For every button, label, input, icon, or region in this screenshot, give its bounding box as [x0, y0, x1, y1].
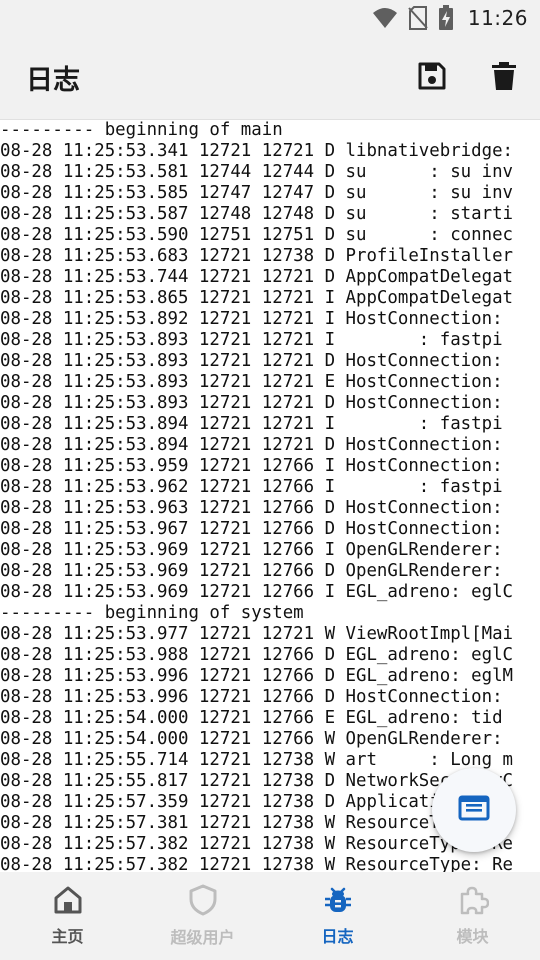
log-line: 08-28 11:25:53.988 12721 12766 D EGL_adr…	[0, 645, 514, 665]
battery-charging-icon	[438, 5, 454, 31]
log-line: 08-28 11:25:53.893 12721 12721 E HostCon…	[0, 372, 503, 392]
log-line: 08-28 11:25:53.683 12721 12738 D Profile…	[0, 246, 514, 266]
log-section-header: --------- beginning of system	[0, 603, 304, 623]
log-line: 08-28 11:25:53.585 12747 12747 D su : su…	[0, 183, 514, 203]
save-icon	[417, 61, 447, 95]
log-section-header: --------- beginning of main	[0, 120, 283, 140]
status-time: 11:26	[467, 6, 528, 30]
log-line: 08-28 11:25:53.962 12721 12766 I : fastp…	[0, 477, 503, 497]
log-view[interactable]: --------- beginning of main 08-28 11:25:5…	[0, 120, 540, 872]
nav-item-log[interactable]: 日志	[270, 872, 405, 960]
wifi-icon	[372, 7, 398, 29]
nav-label-log: 日志	[321, 927, 354, 946]
log-line: 08-28 11:25:53.893 12721 12721 I : fastp…	[0, 330, 503, 350]
nav-label-home: 主页	[51, 927, 84, 946]
log-line: 08-28 11:25:53.969 12721 12766 D OpenGLR…	[0, 561, 503, 581]
bug-icon	[323, 885, 353, 919]
page-title: 日志	[26, 65, 80, 96]
nav-item-home[interactable]: 主页	[0, 872, 135, 960]
log-line: 08-28 11:25:53.959 12721 12766 I HostCon…	[0, 456, 503, 476]
log-fab-button[interactable]	[432, 768, 516, 852]
log-line: 08-28 11:25:54.000 12721 12766 W OpenGLR…	[0, 729, 503, 749]
nav-item-superuser[interactable]: 超级用户	[135, 872, 270, 960]
log-line: 08-28 11:25:55.714 12721 12738 W art : L…	[0, 750, 514, 770]
log-line: 08-28 11:25:53.341 12721 12721 D libnati…	[0, 141, 514, 161]
log-line: 08-28 11:25:54.000 12721 12766 E EGL_adr…	[0, 708, 503, 728]
log-line: 08-28 11:25:53.967 12721 12766 D HostCon…	[0, 519, 503, 539]
log-line: 08-28 11:25:53.590 12751 12751 D su : co…	[0, 225, 514, 245]
log-line: 08-28 11:25:53.996 12721 12766 D EGL_adr…	[0, 666, 514, 686]
bottom-navigation: 主页 超级用户 日志 模块	[0, 872, 540, 960]
log-line: 08-28 11:25:53.893 12721 12721 D HostCon…	[0, 351, 503, 371]
log-line: 08-28 11:25:53.581 12744 12744 D su : su…	[0, 162, 514, 182]
status-bar: 11:26	[0, 0, 540, 36]
log-line: 08-28 11:25:53.894 12721 12721 D HostCon…	[0, 435, 503, 455]
puzzle-icon	[457, 885, 489, 919]
log-file-icon	[458, 795, 490, 825]
app-bar: 日志	[0, 36, 540, 120]
delete-log-button[interactable]	[468, 36, 540, 120]
log-line: 08-28 11:25:53.969 12721 12766 I EGL_adr…	[0, 582, 514, 602]
home-icon	[53, 885, 83, 919]
no-sim-icon	[408, 6, 428, 30]
log-line: 08-28 11:25:53.977 12721 12721 W ViewRoo…	[0, 624, 514, 644]
nav-item-modules[interactable]: 模块	[405, 872, 540, 960]
log-line: 08-28 11:25:53.865 12721 12721 I AppComp…	[0, 288, 514, 308]
log-line: 08-28 11:25:53.893 12721 12721 D HostCon…	[0, 393, 503, 413]
delete-icon	[491, 61, 517, 95]
log-line: 08-28 11:25:57.382 12721 12738 W Resourc…	[0, 855, 514, 872]
nav-label-modules: 模块	[456, 927, 489, 946]
nav-label-superuser: 超级用户	[170, 928, 235, 947]
log-line: 08-28 11:25:53.996 12721 12766 D HostCon…	[0, 687, 503, 707]
log-line: 08-28 11:25:53.969 12721 12766 I OpenGLR…	[0, 540, 503, 560]
log-line: 08-28 11:25:53.963 12721 12766 D HostCon…	[0, 498, 503, 518]
log-line: 08-28 11:25:53.892 12721 12721 I HostCon…	[0, 309, 503, 329]
save-log-button[interactable]	[396, 36, 468, 120]
log-line: 08-28 11:25:53.744 12721 12721 D AppComp…	[0, 267, 514, 287]
log-line: 08-28 11:25:53.894 12721 12721 I : fastp…	[0, 414, 503, 434]
shield-icon	[188, 884, 218, 920]
log-line: 08-28 11:25:53.587 12748 12748 D su : st…	[0, 204, 514, 224]
app-bar-actions	[396, 36, 540, 120]
log-list: --------- beginning of main 08-28 11:25:5…	[0, 120, 540, 872]
